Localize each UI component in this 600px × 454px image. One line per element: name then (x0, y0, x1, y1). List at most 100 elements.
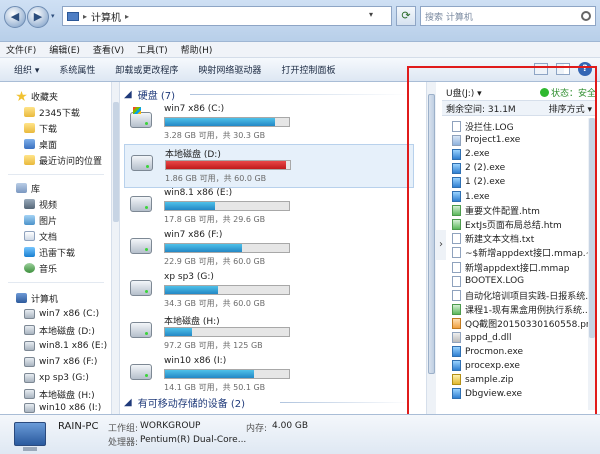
address-dropdown-icon[interactable]: ▾ (369, 10, 373, 19)
usb-file-item[interactable]: 1 (2).exe (452, 175, 592, 189)
nav-item-drive-g[interactable]: xp sp3 (G:) (24, 370, 89, 386)
recent-pages-dropdown[interactable]: ▾ (51, 12, 59, 20)
breadcrumb-computer[interactable]: 计算机 (91, 9, 121, 24)
usb-file-item[interactable]: Dbgview.exe (452, 387, 592, 401)
nav-item-recent[interactable]: 最近访问的位置 (24, 152, 102, 168)
nav-item-drive-e[interactable]: win8.1 x86 (E:) (24, 338, 107, 354)
usb-file-item[interactable]: sample.zip (452, 373, 592, 387)
uninstall-program-button[interactable]: 卸载或更改程序 (115, 63, 178, 76)
back-button[interactable]: ◀ (4, 6, 26, 28)
drive-tile[interactable]: xp sp3 (G:) 34.3 GB 可用，共 60.0 GB (124, 270, 414, 314)
nav-item-label: 迅雷下载 (39, 248, 76, 259)
nav-scrollbar-thumb[interactable] (113, 102, 119, 222)
usb-file-item[interactable]: 新增appdext接口.mmap (452, 260, 592, 274)
usb-file-item[interactable]: ExtJs页面布局总结.htm (452, 218, 592, 232)
details-pane: RAIN-PC 工作组: WORKGROUP 内存: 4.00 GB 处理器: … (0, 414, 600, 454)
nav-item-downloads[interactable]: 下载 (24, 120, 57, 136)
content-scrollbar[interactable] (426, 82, 436, 414)
nav-divider (8, 174, 104, 175)
breadcrumb-separator-icon: ▸ (83, 11, 88, 21)
preview-pane-icon[interactable] (556, 63, 570, 75)
usb-file-item[interactable]: BOOTEX.LOG (452, 274, 592, 288)
system-properties-button[interactable]: 系统属性 (59, 63, 95, 76)
address-bar[interactable]: ▸ 计算机 ▸ ▾ (62, 6, 392, 26)
nav-favorites[interactable]: 收藏夹 (16, 88, 58, 104)
usb-file-scrollbar-thumb[interactable] (589, 118, 595, 338)
nav-item-drive-i[interactable]: win10 x86 (I:) (24, 400, 101, 414)
usb-drive-selector[interactable]: U盘(J:) ▾ (446, 86, 482, 99)
map-network-drive-button[interactable]: 映射网络驱动器 (198, 63, 261, 76)
file-name: 新增appdext接口.mmap (465, 263, 570, 274)
menu-tools[interactable]: 工具(T) (137, 43, 168, 56)
usb-file-item[interactable]: procexp.exe (452, 359, 592, 373)
drive-tile[interactable]: 本地磁盘 (H:) 97.2 GB 可用，共 125 GB (124, 312, 414, 356)
search-box[interactable]: 搜索 计算机 (420, 6, 596, 26)
content-scrollbar-thumb[interactable] (428, 94, 435, 374)
menu-edit[interactable]: 编辑(E) (49, 43, 80, 56)
usb-file-item[interactable]: 2 (2).exe (452, 161, 592, 175)
hdd-group-header[interactable]: ◢ 硬盘 (7) (124, 86, 175, 102)
collapse-pane-icon[interactable]: › (436, 230, 446, 260)
nav-computer[interactable]: 计算机 (16, 290, 58, 306)
usb-file-item[interactable]: appd_d.dll (452, 331, 592, 345)
hard-drive-icon (130, 364, 152, 380)
nav-item-videos[interactable]: 视频 (24, 196, 57, 212)
menu-file[interactable]: 文件(F) (6, 43, 36, 56)
usb-file-item[interactable]: 重要文件配置.htm (452, 204, 592, 218)
organize-button[interactable]: 组织 ▾ (14, 63, 39, 76)
nav-item-music[interactable]: 音乐 (24, 260, 57, 276)
nav-item-pictures[interactable]: 图片 (24, 212, 57, 228)
search-icon[interactable] (581, 11, 591, 21)
memory-label: 内存: (246, 424, 268, 434)
search-input[interactable]: 搜索 计算机 (425, 10, 473, 23)
drive-tile[interactable]: win10 x86 (I:) 14.1 GB 可用，共 50.1 GB (124, 354, 414, 398)
usb-file-item[interactable]: 没拦住.LOG (452, 119, 592, 133)
usb-file-item[interactable]: 2.exe (452, 147, 592, 161)
usb-file-item[interactable]: Project1.exe (452, 133, 592, 147)
file-name: 课程1-现有黑盒用例执行系统... (465, 305, 591, 316)
usb-file-scrollbar[interactable] (588, 118, 596, 410)
nav-item-drive-f[interactable]: win7 x86 (F:) (24, 354, 97, 370)
usb-file-item[interactable]: 自动化培训项目实践-日报系统... (452, 288, 592, 302)
nav-item-drive-d[interactable]: 本地磁盘 (D:) (24, 322, 95, 338)
refresh-button[interactable]: ⟳ (396, 6, 416, 26)
nav-item-documents[interactable]: 文档 (24, 228, 57, 244)
nav-libraries[interactable]: 库 (16, 180, 40, 196)
file-icon (452, 303, 461, 315)
sort-by-button[interactable]: 排序方式 ▾ (549, 102, 592, 115)
removable-group-header[interactable]: ◢ 有可移动存储的设备 (2) (124, 394, 245, 410)
drive-tile[interactable]: 本地磁盘 (D:) 1.86 GB 可用，共 60.0 GB (124, 144, 414, 188)
usb-file-item[interactable]: 课程1-现有黑盒用例执行系统... (452, 302, 592, 316)
menu-view[interactable]: 查看(V) (93, 43, 124, 56)
file-icon (452, 134, 461, 146)
file-name: ~$新增appdext接口.mmap.~ (465, 249, 592, 260)
nav-item-label: xp sp3 (G:) (39, 373, 89, 383)
menu-help[interactable]: 帮助(H) (181, 43, 213, 56)
change-view-icon[interactable] (534, 63, 548, 75)
open-control-panel-button[interactable]: 打开控制面板 (281, 63, 335, 76)
nav-item-desktop[interactable]: 桌面 (24, 136, 57, 152)
drive-tile[interactable]: win7 x86 (C:) 3.28 GB 可用，共 30.3 GB (124, 102, 414, 146)
drive-tile[interactable]: win8.1 x86 (E:) 17.8 GB 可用，共 29.6 GB (124, 186, 414, 230)
file-icon (452, 148, 461, 160)
usb-file-item[interactable]: ~$新增appdext接口.mmap.~ (452, 246, 592, 260)
hard-drive-icon (131, 155, 153, 171)
file-icon (452, 176, 461, 188)
computer-icon (16, 293, 27, 303)
nav-item-thunder-downloads[interactable]: 迅雷下载 (24, 244, 75, 260)
drive-name: xp sp3 (G:) (164, 272, 214, 282)
file-name: ExtJs页面布局总结.htm (465, 221, 562, 232)
nav-scrollbar[interactable] (112, 82, 120, 414)
usb-file-item[interactable]: QQ截图20150330160558.png (452, 316, 592, 330)
forward-button[interactable]: ▶ (27, 6, 49, 28)
nav-item-drive-c[interactable]: win7 x86 (C:) (24, 306, 99, 322)
drive-name: win7 x86 (C:) (164, 104, 225, 114)
usb-file-item[interactable]: 新建文本文档.txt (452, 232, 592, 246)
nav-item-2345-download[interactable]: 2345下载 (24, 104, 80, 120)
drive-name: 本地磁盘 (D:) (165, 150, 221, 160)
usb-file-item[interactable]: Procmon.exe (452, 345, 592, 359)
usb-file-item[interactable]: 1.exe (452, 190, 592, 204)
drive-tile[interactable]: win7 x86 (F:) 22.9 GB 可用，共 60.0 GB (124, 228, 414, 272)
file-name: Project1.exe (465, 135, 521, 146)
help-icon[interactable]: ? (578, 62, 592, 76)
